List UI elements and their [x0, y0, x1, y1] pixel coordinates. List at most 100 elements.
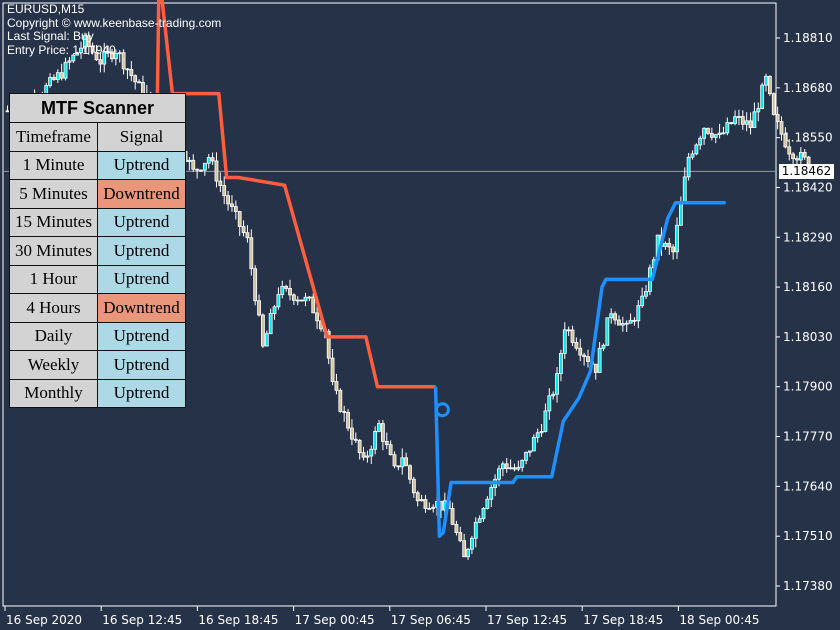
y-tick-label: 1.17640	[783, 479, 833, 493]
candle	[206, 153, 211, 169]
candle	[586, 349, 590, 368]
candle	[303, 292, 308, 307]
candle	[55, 69, 60, 83]
candle-body	[59, 72, 64, 79]
candle-body	[206, 157, 211, 164]
candle	[137, 79, 141, 84]
candle	[466, 548, 470, 560]
downtrend-line	[155, 0, 436, 389]
signal-cell: Uptrend	[97, 236, 186, 266]
y-tick-label: 1.18160	[783, 280, 833, 294]
candle-body	[408, 465, 412, 480]
candle-body	[798, 151, 803, 161]
x-tick-label: 18 Sep 00:45	[679, 613, 759, 627]
candle-body	[295, 299, 300, 302]
candle	[415, 490, 420, 507]
candle-body	[702, 127, 706, 139]
candle-body	[311, 296, 316, 314]
candle-body	[632, 319, 637, 322]
candle-body	[264, 333, 269, 347]
signal-cell: Downtrend	[97, 179, 186, 209]
scanner-row: 1 Hour Uptrend	[9, 264, 186, 294]
candle-body	[671, 246, 676, 253]
candle-body	[369, 448, 374, 457]
candle	[702, 127, 706, 145]
candle-body	[597, 347, 602, 373]
candle	[257, 294, 261, 317]
candle	[249, 229, 254, 276]
x-tick-label: 17 Sep 12:45	[487, 613, 567, 627]
candle	[613, 311, 617, 325]
candle	[462, 533, 467, 558]
candle-body	[191, 159, 196, 170]
candle-body	[775, 114, 780, 122]
candle-body	[678, 201, 683, 226]
candle-body	[551, 393, 556, 397]
candle	[767, 75, 772, 96]
timeframe-cell: Daily	[9, 321, 98, 351]
candle-body	[245, 232, 250, 239]
candle-body	[512, 467, 517, 470]
candle	[369, 445, 374, 464]
timeframe-cell: Monthly	[9, 378, 98, 408]
candle-body	[686, 156, 691, 178]
candle	[133, 74, 138, 90]
candle-body	[578, 347, 583, 356]
candle-body	[272, 306, 277, 314]
candle-body	[133, 75, 138, 83]
candle-body	[473, 521, 478, 539]
candle	[516, 460, 521, 472]
signal-cell: Uptrend	[97, 207, 186, 237]
candle	[775, 106, 780, 130]
candle-body	[280, 286, 285, 295]
candle	[59, 63, 64, 81]
candle	[721, 126, 726, 135]
candle-body	[497, 468, 501, 480]
candle	[574, 337, 579, 351]
candle-body	[574, 341, 579, 349]
candle-body	[779, 121, 784, 135]
candle	[334, 373, 339, 395]
candle-body	[52, 77, 56, 80]
candle	[377, 419, 381, 433]
candle-body	[640, 295, 645, 307]
candle-body	[721, 132, 726, 135]
candle	[694, 143, 699, 156]
candle	[737, 109, 741, 125]
candle	[473, 517, 478, 548]
candle-body	[214, 160, 219, 182]
candle	[288, 279, 292, 301]
candle-body	[276, 294, 281, 308]
x-tick-label: 17 Sep 06:45	[391, 613, 471, 627]
copyright-label: Copyright © www.keenbase-trading.com	[7, 15, 222, 30]
candle	[675, 217, 679, 259]
candle-body	[380, 423, 385, 442]
candle	[733, 110, 737, 126]
candle	[291, 293, 296, 305]
scanner-row: 15 Minutes Uptrend	[9, 207, 186, 237]
candle-body	[489, 487, 494, 500]
candle	[748, 112, 753, 135]
candle	[365, 450, 370, 463]
candle	[280, 280, 285, 299]
candle-body	[609, 313, 614, 319]
candle	[709, 127, 714, 141]
candle-body	[802, 151, 807, 158]
y-tick-label: 1.18290	[783, 230, 833, 244]
candle	[52, 74, 56, 81]
candle	[400, 448, 405, 475]
entry-price-label: Entry Price: 1.17940	[7, 42, 116, 57]
candle-body	[520, 459, 525, 468]
candle-body	[586, 356, 590, 362]
candle	[547, 388, 552, 420]
timeframe-cell: 1 Hour	[9, 264, 98, 294]
candle	[276, 287, 281, 310]
candle	[624, 320, 629, 333]
candle-body	[729, 122, 734, 124]
candle	[299, 299, 304, 302]
uptrend-line	[433, 201, 726, 538]
candle-body	[241, 226, 246, 234]
signal-header: Signal	[97, 122, 186, 152]
candle-body	[353, 438, 358, 441]
candle-body	[698, 137, 703, 146]
